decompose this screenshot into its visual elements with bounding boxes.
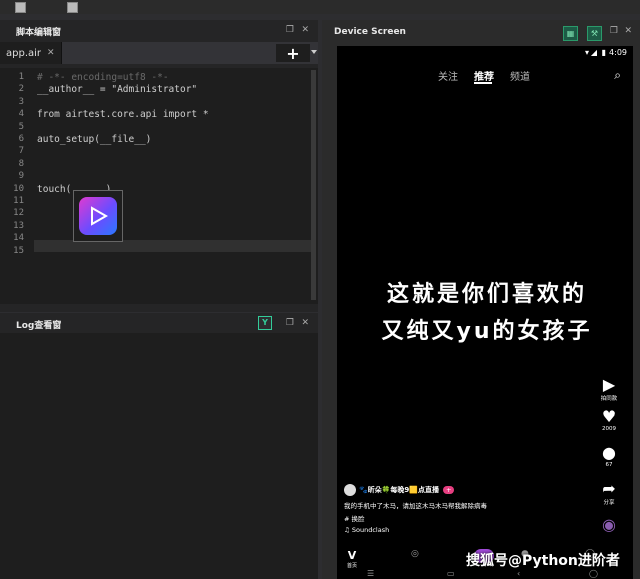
new-script-button[interactable]: + xyxy=(276,43,317,63)
share-icon: ➦ xyxy=(602,479,616,498)
shoot-same-button[interactable]: ▶ 拍同款 xyxy=(597,375,621,403)
recent-icon[interactable]: ◯ xyxy=(589,569,598,578)
tab-app-air[interactable]: app.air ✕ xyxy=(0,42,62,64)
avatar[interactable] xyxy=(344,484,356,496)
line-number: 15 xyxy=(13,245,24,256)
line-number: 6 xyxy=(18,134,24,144)
like-count: 2009 xyxy=(602,426,616,432)
line-number: 13 xyxy=(13,220,24,231)
android-nav-bar: ☰ ▭ ‹ ◯ xyxy=(337,569,633,579)
bottom-nav-home-label: 首页 xyxy=(347,563,358,569)
comment-icon: ● xyxy=(602,443,616,462)
code-line[interactable]: from airtest.core.api import * xyxy=(37,109,209,120)
tools-icon[interactable]: ⚒ xyxy=(587,26,602,41)
video-description: 我的手机中了木马，请加这木马木马帮我解除病毒 xyxy=(344,502,487,510)
video-info: 🐾昕朵🍀每晚9🟨点直播 + 我的手机中了木马，请加这木马木马帮我解除病毒 # 换… xyxy=(344,484,564,534)
editor-panel-title: 脚本编辑窗 xyxy=(16,27,62,38)
log-panel-header: Log查看窗 Y ❐ ✕ xyxy=(0,313,318,335)
tab-channel[interactable]: 频道 xyxy=(510,68,530,83)
author-row[interactable]: 🐾昕朵🍀每晚9🟨点直播 + xyxy=(344,484,564,496)
comment-button[interactable]: ● 67 xyxy=(597,443,621,469)
battery-icon: ▮ xyxy=(601,48,606,57)
music-disc[interactable]: ◉ xyxy=(597,516,621,534)
tab-label: app.air xyxy=(6,47,42,59)
signal-icon: ◢ xyxy=(590,48,597,57)
restore-icon[interactable]: ❐ xyxy=(286,25,294,35)
log-panel: Log查看窗 Y ❐ ✕ xyxy=(0,313,318,579)
active-tab-underline xyxy=(474,82,492,84)
music-name[interactable]: ♫ Soundclash xyxy=(344,526,564,534)
share-label: 分享 xyxy=(603,500,615,506)
line-number: 3 xyxy=(18,96,24,107)
line-number: 2 xyxy=(18,84,24,95)
code-line[interactable]: __author__ = "Administrator" xyxy=(37,84,197,95)
app-logo-icon xyxy=(79,197,117,235)
touch-target-image[interactable] xyxy=(73,190,123,242)
tab-recommended[interactable]: 推荐 xyxy=(474,68,494,83)
like-button[interactable]: ♥ 2009 xyxy=(597,407,621,433)
vertical-scrollbar[interactable] xyxy=(311,70,316,300)
filter-icon[interactable]: Y xyxy=(258,316,272,330)
code-line[interactable]: # -*- encoding=utf8 -*- xyxy=(37,72,169,83)
menu-icon[interactable]: ☰ xyxy=(367,569,374,578)
editor-tabs: app.air ✕ + xyxy=(0,42,318,64)
toolbar-square-icon[interactable] xyxy=(15,2,26,13)
disc-icon: ◉ xyxy=(602,515,616,534)
code-area[interactable]: 1 # -*- encoding=utf8 -*- 2 __author__ = "A… xyxy=(0,68,318,304)
tab-following[interactable]: 关注 xyxy=(438,68,458,83)
plus-icon: + xyxy=(286,43,300,63)
restore-icon[interactable]: ❐ xyxy=(610,26,618,36)
close-icon[interactable]: ✕ xyxy=(624,26,632,36)
video-caption-line-2: 又纯又yu的女孩子 xyxy=(381,319,593,344)
log-output[interactable] xyxy=(0,333,318,579)
line-number: 9 xyxy=(18,171,24,182)
line-number: 8 xyxy=(18,158,24,169)
discover-icon: ◎ xyxy=(411,549,419,559)
back-icon[interactable]: ‹ xyxy=(517,569,520,578)
code-line[interactable]: auto_setup(__file__) xyxy=(37,134,151,145)
device-panel-header: Device Screen ▦ ⚒ ❐ ✕ xyxy=(322,20,640,44)
device-panel-title: Device Screen xyxy=(334,27,406,37)
bottom-nav-discover[interactable]: ◎ xyxy=(411,549,419,559)
status-time: 4:09 xyxy=(609,48,627,57)
video-tag[interactable]: # 换脸 xyxy=(344,513,564,523)
shoot-label: 拍同款 xyxy=(600,396,618,402)
author-name[interactable]: 🐾昕朵🍀每晚9🟨点直播 xyxy=(359,485,439,495)
bottom-nav-home[interactable]: V 首页 xyxy=(347,549,357,569)
home-icon: V xyxy=(347,549,357,562)
top-toolbar xyxy=(0,0,640,14)
line-number: 10 xyxy=(13,183,24,194)
home-circle-icon[interactable]: ▭ xyxy=(447,569,455,578)
restore-icon[interactable]: ❐ xyxy=(286,318,294,328)
phone-screen[interactable]: ▾ ◢ ▮ 4:09 关注 推荐 频道 ⌕ 这就是你们喜欢的 又纯又yu的女孩子… xyxy=(337,46,633,579)
status-bar: ▾ ◢ ▮ 4:09 xyxy=(337,46,633,60)
camera-icon: ▶ xyxy=(602,375,616,394)
line-number: 5 xyxy=(18,121,24,132)
grid-icon[interactable]: ▦ xyxy=(563,26,578,41)
comment-count: 67 xyxy=(605,462,613,468)
heart-icon: ♥ xyxy=(601,407,617,426)
feed-top-nav: 关注 推荐 频道 ⌕ xyxy=(337,66,633,86)
line-number: 11 xyxy=(13,196,24,206)
chevron-down-icon[interactable] xyxy=(311,50,317,54)
close-icon[interactable]: ✕ xyxy=(301,318,309,328)
line-number: 7 xyxy=(18,146,24,157)
tab-close-icon[interactable]: ✕ xyxy=(47,48,55,58)
watermark: 搜狐号@Python进阶者 xyxy=(466,553,620,569)
search-icon[interactable]: ⌕ xyxy=(614,68,621,83)
line-number: 14 xyxy=(13,233,24,244)
close-icon[interactable]: ✕ xyxy=(301,25,309,35)
line-number: 1 xyxy=(18,72,24,82)
wifi-icon: ▾ xyxy=(584,48,589,57)
toolbar-window-icon[interactable] xyxy=(67,2,78,13)
video-caption-line-1: 这就是你们喜欢的 xyxy=(386,282,587,307)
log-panel-title: Log查看窗 xyxy=(16,320,62,331)
editor-panel-header: 脚本编辑窗 ❐ ✕ xyxy=(0,20,318,42)
line-number: 12 xyxy=(13,208,24,219)
line-number: 4 xyxy=(18,109,24,120)
follow-plus-icon[interactable]: + xyxy=(443,486,455,494)
share-button[interactable]: ➦ 分享 xyxy=(597,479,621,507)
script-editor-panel: 脚本编辑窗 ❐ ✕ app.air ✕ + 1 # -*- encoding=ut… xyxy=(0,20,318,312)
